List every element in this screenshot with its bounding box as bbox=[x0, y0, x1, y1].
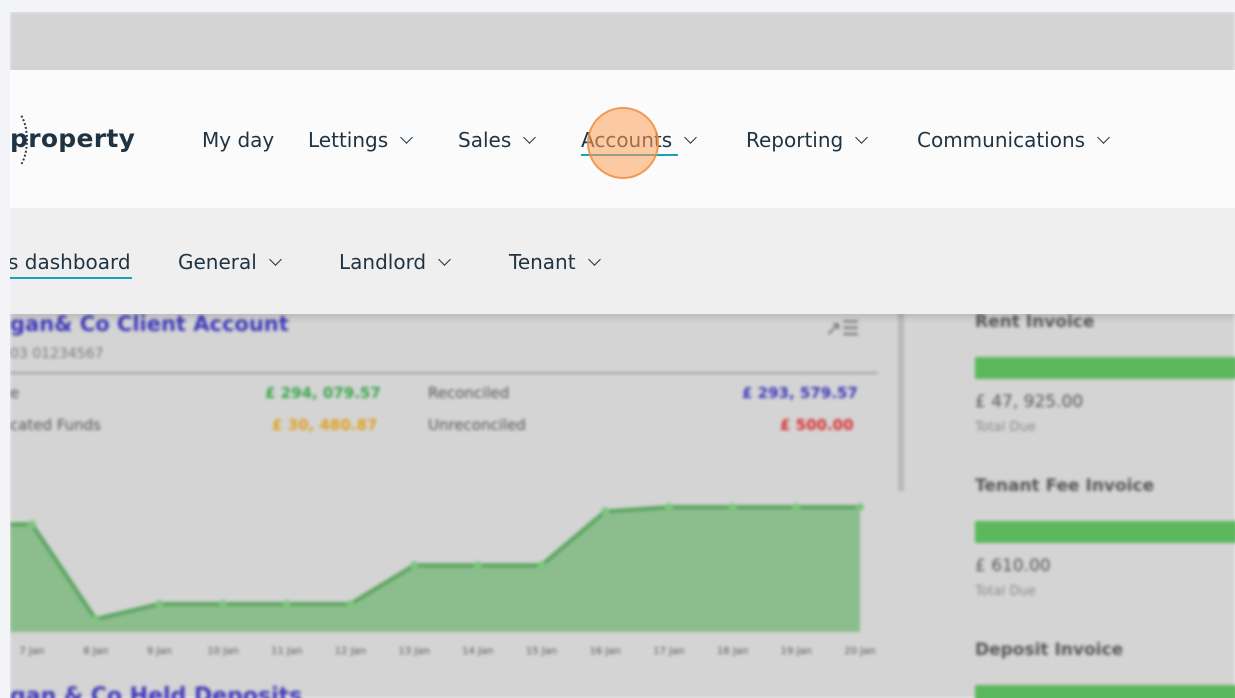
held-deposits-title[interactable]: gan & Co Held Deposits bbox=[10, 684, 302, 698]
reconciled-value: £ 293, 579.57 bbox=[742, 384, 858, 402]
account-title[interactable]: gan& Co Client Account bbox=[10, 312, 289, 336]
x-tick-label: 16 Jan bbox=[590, 646, 621, 657]
chevron-down-icon bbox=[268, 252, 282, 266]
tenant-fee-invoice-bar bbox=[975, 521, 1235, 543]
data-point bbox=[473, 561, 482, 570]
x-tick-label: 18 Jan bbox=[717, 646, 748, 657]
scrollbar[interactable] bbox=[898, 312, 904, 492]
x-tick-label: 12 Jan bbox=[335, 646, 366, 657]
x-tick-label: 8 Jan bbox=[83, 646, 108, 657]
rent-invoice-caption: Total Due bbox=[975, 420, 1036, 435]
invoices-panel: Rent Invoice £ 47, 925.00 Total Due Tena… bbox=[975, 312, 1235, 698]
data-point bbox=[28, 520, 36, 529]
nav-label: Communications bbox=[917, 128, 1086, 152]
sub-navigation: s dashboard General Landlord Tenant bbox=[10, 208, 1235, 314]
export-menu-icons[interactable]: ↗☰ bbox=[825, 316, 860, 340]
x-tick-label: 9 Jan bbox=[147, 646, 172, 657]
logo[interactable]: property bbox=[10, 124, 135, 153]
x-tick-label: 7 Jan bbox=[20, 646, 45, 657]
data-point bbox=[664, 503, 673, 512]
rent-invoice-title: Rent Invoice bbox=[975, 312, 1095, 332]
subnav-label: s dashboard bbox=[10, 250, 131, 274]
x-tick-label: 14 Jan bbox=[462, 646, 493, 657]
rent-invoice-amount: £ 47, 925.00 bbox=[975, 392, 1084, 412]
nav-label: Lettings bbox=[308, 128, 389, 152]
data-point bbox=[601, 507, 610, 516]
chevron-down-icon bbox=[855, 130, 869, 144]
subnav-accounts-dashboard[interactable]: s dashboard bbox=[10, 250, 131, 274]
data-point bbox=[410, 561, 419, 570]
click-indicator bbox=[587, 107, 659, 179]
divider bbox=[10, 372, 878, 374]
unreconciled-value: £ 500.00 bbox=[780, 416, 854, 434]
data-point bbox=[91, 615, 100, 624]
data-point bbox=[346, 600, 355, 608]
x-tick-label: 11 Jan bbox=[271, 646, 302, 657]
balance-label: e bbox=[10, 384, 20, 402]
subnav-label: Landlord bbox=[339, 250, 427, 274]
x-tick-label: 17 Jan bbox=[653, 646, 684, 657]
nav-label: Reporting bbox=[746, 128, 844, 152]
rent-invoice-bar bbox=[975, 357, 1235, 379]
data-point bbox=[728, 503, 737, 512]
data-point bbox=[219, 600, 228, 608]
area-fill bbox=[10, 507, 860, 632]
nav-reporting[interactable]: Reporting bbox=[746, 128, 869, 152]
app-frame: gan& Co Client Account 03 01234567 ↗☰ e … bbox=[10, 12, 1235, 698]
active-subnav-underline bbox=[10, 277, 132, 279]
nav-label: Sales bbox=[458, 128, 512, 152]
data-point bbox=[856, 503, 864, 512]
nav-sales[interactable]: Sales bbox=[458, 128, 537, 152]
x-tick-label: 13 Jan bbox=[398, 646, 429, 657]
data-point bbox=[282, 600, 291, 608]
balance-value: £ 294, 079.57 bbox=[265, 384, 381, 402]
chevron-down-icon bbox=[684, 130, 698, 144]
chevron-down-icon bbox=[438, 252, 452, 266]
tenant-fee-invoice-amount: £ 610.00 bbox=[975, 556, 1051, 576]
top-navigation: property My day Lettings Sales Accounts … bbox=[10, 70, 1235, 208]
tenant-fee-invoice-title: Tenant Fee Invoice bbox=[975, 476, 1155, 496]
chevron-down-icon bbox=[587, 252, 601, 266]
nav-lettings[interactable]: Lettings bbox=[308, 128, 414, 152]
x-tick-label: 19 Jan bbox=[781, 646, 812, 657]
nav-label: My day bbox=[202, 128, 275, 152]
subnav-general[interactable]: General bbox=[178, 250, 282, 274]
balance-area-chart: 7 Jan 8 Jan 9 Jan 10 Jan 11 Jan 12 Jan 13 Jan 1… bbox=[10, 503, 876, 657]
tenant-fee-invoice-caption: Total Due bbox=[975, 584, 1036, 599]
chevron-down-icon bbox=[523, 130, 537, 144]
data-point bbox=[537, 561, 546, 570]
chevron-down-icon bbox=[400, 130, 414, 144]
subnav-label: Tenant bbox=[509, 250, 576, 274]
reconciled-label: Reconciled bbox=[428, 384, 510, 402]
allocated-value: £ 30, 480.87 bbox=[272, 416, 378, 434]
subnav-landlord[interactable]: Landlord bbox=[339, 250, 452, 274]
allocated-label: cated Funds bbox=[10, 416, 101, 434]
data-point bbox=[792, 503, 801, 512]
chevron-down-icon bbox=[1097, 130, 1110, 144]
deposit-invoice-bar bbox=[975, 685, 1235, 698]
data-point bbox=[155, 600, 164, 608]
x-tick-label: 15 Jan bbox=[526, 646, 557, 657]
deposit-invoice-title: Deposit Invoice bbox=[975, 640, 1124, 660]
x-tick-label: 10 Jan bbox=[207, 646, 238, 657]
account-number: 03 01234567 bbox=[10, 346, 104, 362]
x-tick-label: 20 Jan bbox=[844, 646, 875, 657]
subnav-tenant[interactable]: Tenant bbox=[509, 250, 601, 274]
unreconciled-label: Unreconciled bbox=[428, 416, 526, 434]
nav-my-day[interactable]: My day bbox=[202, 128, 274, 152]
subnav-label: General bbox=[178, 250, 257, 274]
nav-communications[interactable]: Communications bbox=[917, 128, 1110, 152]
